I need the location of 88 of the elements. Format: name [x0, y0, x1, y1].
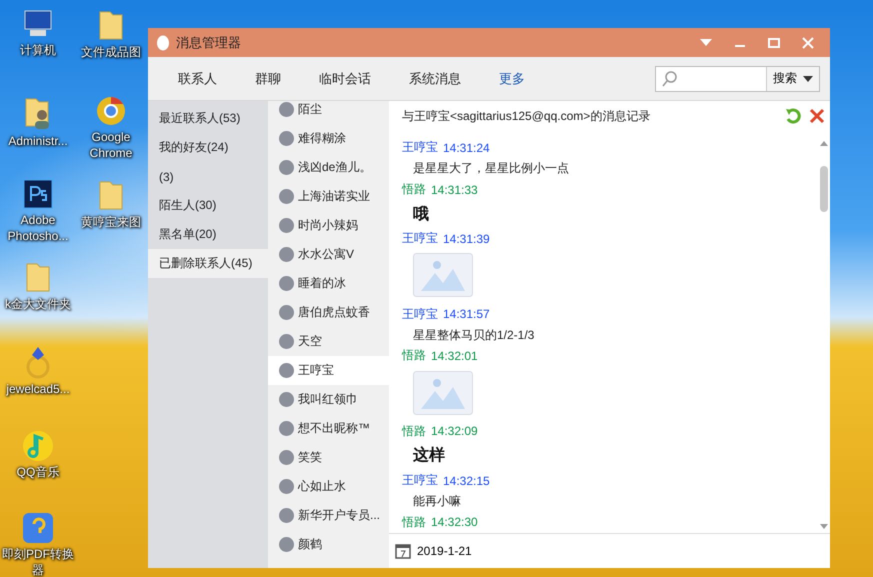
- message-text: 这样: [412, 445, 446, 466]
- calendar-icon[interactable]: [395, 543, 411, 559]
- message-text: 能再小嘛: [412, 492, 462, 510]
- browser-icon: [95, 95, 127, 127]
- category-item[interactable]: 陌生人(30): [148, 191, 268, 220]
- message-time: 14:32:01: [431, 348, 478, 363]
- search-box[interactable]: 搜索: [655, 66, 820, 92]
- avatar-icon: [279, 334, 294, 349]
- contact-item[interactable]: 天空: [268, 327, 389, 356]
- message-time: 14:31:33: [431, 182, 478, 196]
- contact-item[interactable]: 新华开户专员...: [268, 501, 389, 530]
- close-icon: [802, 36, 814, 48]
- avatar-icon: [279, 421, 294, 436]
- scroll-thumb[interactable]: [820, 166, 828, 212]
- contact-item[interactable]: 难得糊涂: [268, 124, 389, 153]
- contact-item[interactable]: 上海油诺实业: [268, 182, 389, 211]
- message-time: 14:31:39: [443, 232, 490, 246]
- category-item[interactable]: 黑名单(20): [148, 220, 268, 249]
- tab[interactable]: 系统消息: [409, 66, 473, 92]
- avatar-icon: [279, 537, 294, 552]
- search-icon: [662, 70, 678, 86]
- message-time: 14:32:30: [431, 515, 478, 530]
- message-time: 14:31:24: [443, 140, 490, 155]
- avatar-icon: [279, 102, 294, 117]
- delete-icon[interactable]: [808, 107, 826, 125]
- avatar-icon: [279, 479, 294, 494]
- tab[interactable]: 临时会话: [319, 66, 383, 92]
- message-time: 14:32:09: [431, 424, 478, 438]
- avatar-icon: [279, 305, 294, 320]
- sender-name: 悟路: [402, 347, 426, 364]
- avatar-icon: [279, 276, 294, 291]
- contact-item[interactable]: 颜鹤: [268, 530, 389, 559]
- contact-item[interactable]: 想不出昵称™: [268, 414, 389, 443]
- contact-item[interactable]: 水水公寓V: [268, 240, 389, 269]
- category-item[interactable]: 最近联系人(53): [148, 104, 268, 133]
- contact-item[interactable]: 浅凶de渔儿。: [268, 153, 389, 182]
- chat-title: 与王哼宝<sagittarius125@qq.com>的消息记录: [402, 108, 652, 124]
- sender-name: 悟路: [402, 514, 426, 531]
- sender-name: 王哼宝: [402, 306, 438, 323]
- music-app-icon: [22, 430, 54, 462]
- contact-item[interactable]: 时尚小辣妈: [268, 211, 389, 240]
- message-text: 星星整体马贝的1/2-1/3: [412, 326, 536, 344]
- search-button[interactable]: 搜索: [766, 66, 819, 90]
- category-item[interactable]: 我的好友(24): [148, 133, 268, 162]
- category-item[interactable]: (3): [148, 162, 268, 191]
- photoshop-icon: [22, 178, 54, 210]
- message-time: 14:31:57: [443, 307, 490, 322]
- avatar-icon: [279, 363, 294, 378]
- refresh-icon[interactable]: [784, 107, 802, 125]
- sender-name: 王哼宝: [402, 139, 438, 156]
- category-item[interactable]: 已删除联系人(45): [148, 249, 268, 278]
- date-text: 2019-1-21: [417, 544, 472, 558]
- minimize-icon: [735, 44, 745, 46]
- image-placeholder-icon: [413, 253, 473, 298]
- sender-name: 王哼宝: [402, 230, 438, 248]
- message-time: 14:32:15: [443, 474, 490, 488]
- desktop-icon-label[interactable]: 文件成品图: [81, 44, 141, 60]
- avatar-icon: [279, 392, 294, 407]
- avatar-icon: [279, 131, 294, 146]
- avatar-icon: [279, 160, 294, 175]
- contact-item[interactable]: 唐伯虎点蚊香: [268, 298, 389, 327]
- sender-name: 悟路: [402, 422, 426, 440]
- sender-name: 悟路: [402, 181, 426, 198]
- contact-item[interactable]: 笑笑: [268, 443, 389, 472]
- tab[interactable]: 群聊: [255, 66, 293, 92]
- image-placeholder-icon: [413, 370, 473, 415]
- contact-item[interactable]: 我叫红领巾: [268, 385, 389, 414]
- caret-icon: [803, 76, 813, 82]
- window-title: 消息管理器: [176, 34, 242, 52]
- message-text: 是星星大了，星星比例小一点: [412, 160, 570, 178]
- avatar-icon: [279, 247, 294, 262]
- contact-item[interactable]: 睡着的冰: [268, 269, 389, 298]
- sender-name: 王哼宝: [402, 472, 438, 490]
- desktop-icon-label[interactable]: 计算机: [20, 42, 56, 58]
- contact-item[interactable]: 陌尘: [268, 101, 389, 124]
- scroll-down-icon[interactable]: [820, 524, 828, 529]
- avatar-icon: [279, 218, 294, 233]
- scroll-up-icon[interactable]: [820, 141, 828, 146]
- avatar-icon: [279, 189, 294, 204]
- maximize-icon: [768, 38, 780, 48]
- more-link[interactable]: 更多: [499, 66, 537, 92]
- avatar-icon: [279, 508, 294, 523]
- contact-item[interactable]: 王哼宝: [268, 356, 389, 385]
- tab[interactable]: 联系人: [178, 66, 229, 92]
- contact-item[interactable]: 心如止水: [268, 472, 389, 501]
- caret-icon: [700, 38, 712, 46]
- message-text: 哦: [412, 204, 430, 225]
- avatar-icon: [279, 450, 294, 465]
